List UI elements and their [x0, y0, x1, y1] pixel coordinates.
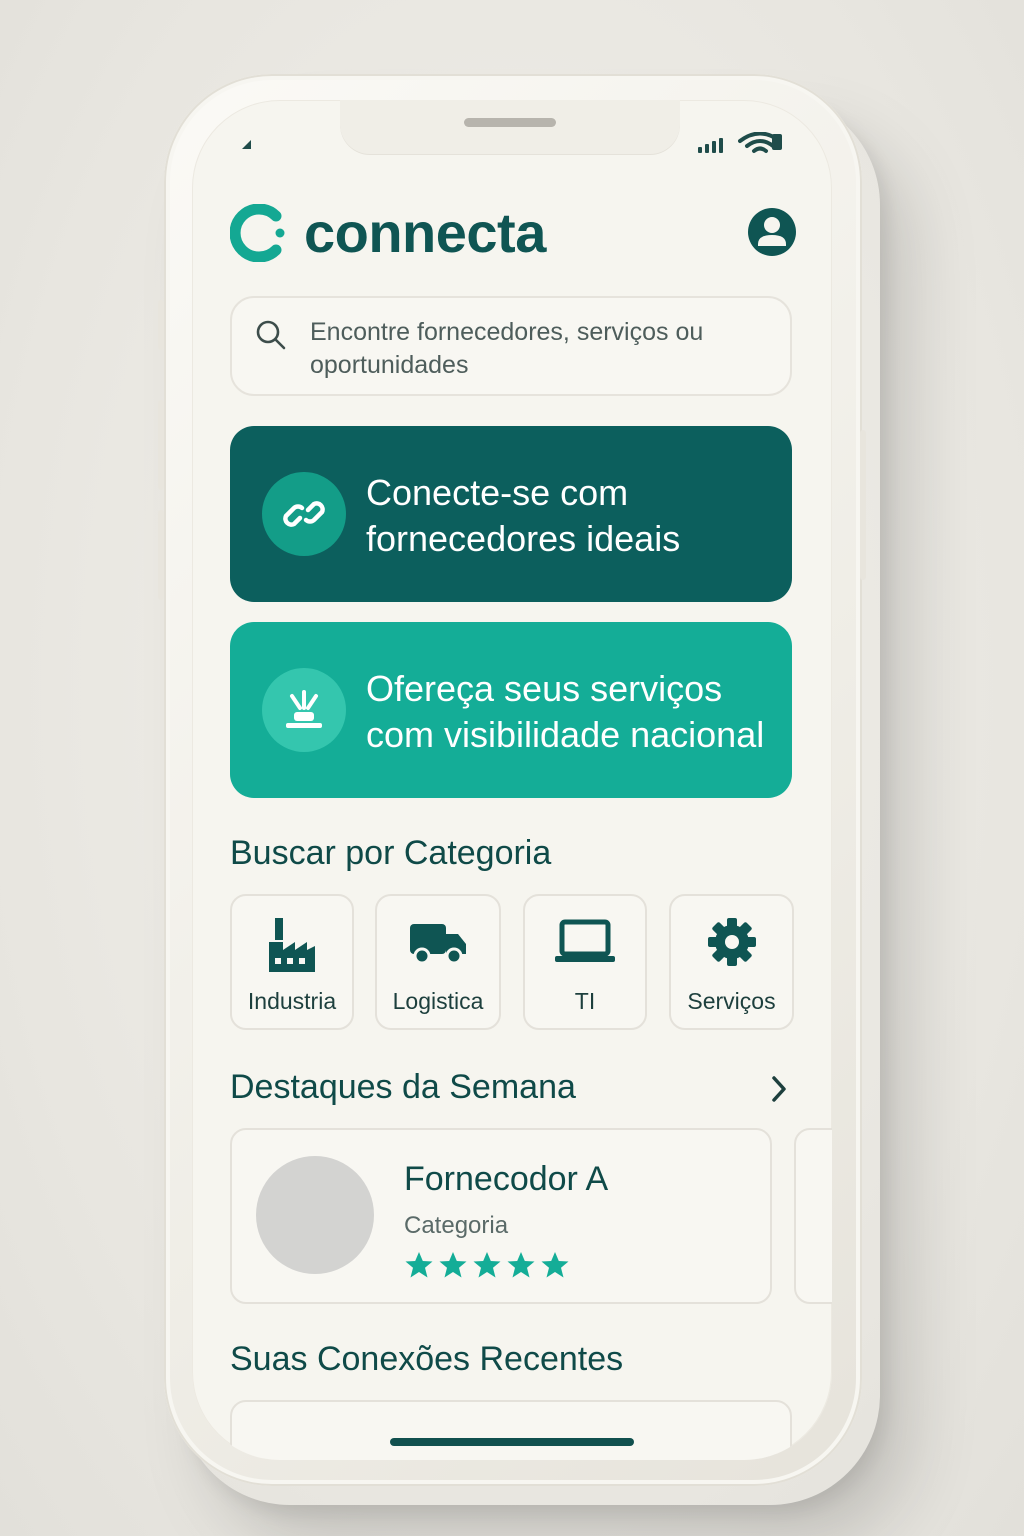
- supplier-category: Categoria: [404, 1212, 509, 1239]
- category-logistica[interactable]: Logistica: [375, 894, 501, 1030]
- offer-services-banner[interactable]: Ofereça seus serviços com visibilidade n…: [230, 622, 792, 798]
- user-icon[interactable]: [748, 208, 796, 256]
- category-servicos[interactable]: Serviços: [669, 894, 794, 1030]
- notch: [340, 100, 680, 154]
- category-label: TI: [574, 988, 596, 1014]
- search-input[interactable]: Encontre fornecedores, serviços ou oport…: [230, 296, 792, 396]
- banner-text: Conecte-se com fornecedores ideais: [366, 472, 681, 559]
- truck-icon: [410, 924, 466, 965]
- supplier-name: Fornecodor A: [404, 1160, 609, 1198]
- category-ti[interactable]: TI: [523, 894, 647, 1030]
- connecta-logo-icon: [230, 204, 285, 262]
- category-label: Industria: [247, 988, 337, 1014]
- star-icon: [405, 1252, 433, 1278]
- star-icon: [473, 1252, 501, 1278]
- categories-title: Buscar por Categoria: [230, 834, 552, 872]
- app-logo[interactable]: connecta: [230, 204, 546, 262]
- app-name: connecta: [304, 201, 546, 264]
- gear-icon: [707, 918, 756, 966]
- search-placeholder: Encontre fornecedores, serviços ou oport…: [310, 318, 704, 379]
- mute-switch: [158, 300, 164, 350]
- category-label: Serviços: [687, 988, 776, 1014]
- broadcast-icon: [286, 690, 322, 728]
- supplier-card[interactable]: Fornecodor A Categoria: [230, 1128, 772, 1304]
- banner-icon-circle: [262, 472, 346, 556]
- category-label: Logistica: [392, 988, 484, 1014]
- phone-screen: connecta Encontre fornecedores, serviços…: [192, 100, 832, 1460]
- location-arrow-icon: [242, 140, 251, 149]
- signal-icon: [698, 138, 723, 153]
- banner-icon-circle: [262, 668, 346, 752]
- highlights-title: Destaques da Semana: [230, 1068, 576, 1106]
- link-icon: [283, 501, 325, 527]
- recent-connection-card[interactable]: [230, 1400, 792, 1460]
- search-icon: [256, 320, 286, 350]
- power-button: [860, 430, 866, 580]
- supplier-card-next[interactable]: [794, 1128, 832, 1304]
- laptop-icon: [555, 919, 615, 962]
- factory-icon: [269, 918, 315, 972]
- rating-stars: [404, 1250, 570, 1280]
- supplier-avatar: [256, 1156, 374, 1274]
- find-suppliers-banner[interactable]: Conecte-se com fornecedores ideais: [230, 426, 792, 602]
- recent-connections-title: Suas Conexões Recentes: [230, 1340, 624, 1378]
- speaker-grille: [464, 118, 556, 127]
- wifi-icon: [738, 132, 782, 153]
- star-icon: [439, 1252, 467, 1278]
- banner-text: Ofereça seus serviços com visibilidade n…: [366, 668, 765, 755]
- home-indicator[interactable]: [390, 1438, 634, 1446]
- background: connecta Encontre fornecedores, serviços…: [0, 0, 1024, 1536]
- star-icon: [507, 1252, 535, 1278]
- volume-up-button: [158, 400, 164, 490]
- star-icon: [541, 1252, 569, 1278]
- category-industria[interactable]: Industria: [230, 894, 354, 1030]
- chevron-right-icon[interactable]: [766, 1072, 792, 1106]
- volume-down-button: [158, 510, 164, 600]
